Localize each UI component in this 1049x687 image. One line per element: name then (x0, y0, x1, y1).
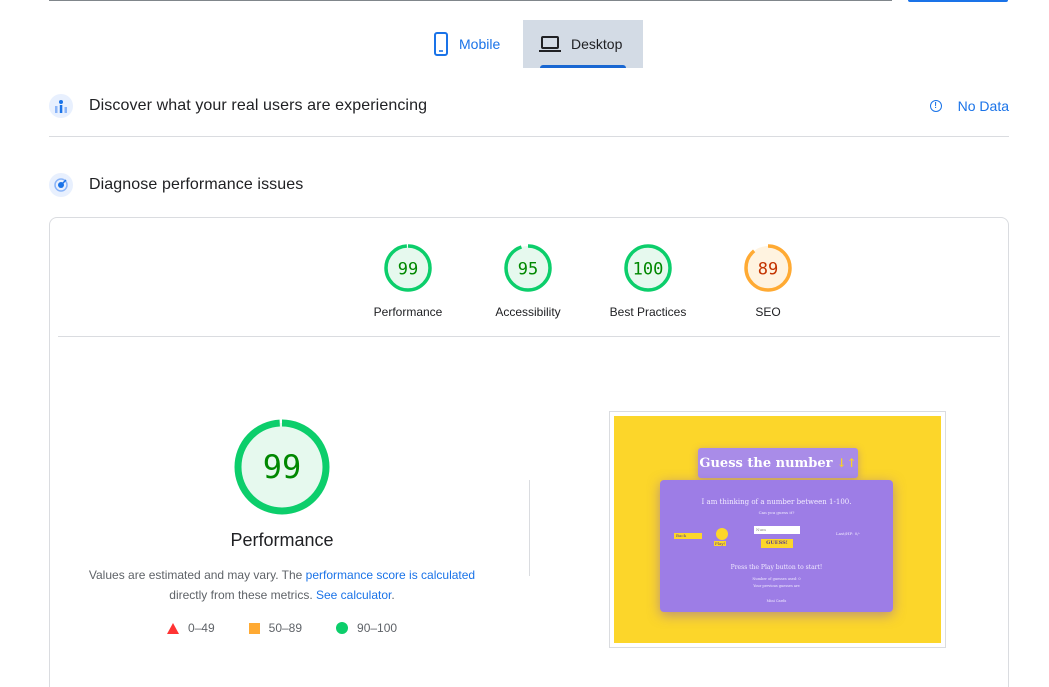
screenshot-footer: Mini Cards (766, 599, 787, 603)
smartphone-icon (434, 32, 448, 56)
field-data-title: Discover what your real users are experi… (89, 97, 428, 114)
note-text: Values are estimated and may vary. The (88, 568, 306, 582)
screenshot-text: Your previous guesses are (753, 584, 800, 588)
tab-desktop-label: Desktop (571, 36, 623, 52)
screenshot-title: Guess the number ↓↑ (698, 448, 858, 478)
info-icon: ! (929, 100, 942, 112)
arrows-icon: ↓↑ (836, 456, 857, 470)
lab-data-title: Diagnose performance issues (89, 176, 304, 193)
gauge-ring: 95 (504, 244, 552, 292)
screenshot-text: I am thinking of a number between 1-100. (701, 498, 852, 506)
tab-desktop[interactable]: Desktop (523, 20, 643, 68)
screenshot-play: Play! (714, 541, 727, 546)
screenshot-text: Can you guess it? (758, 510, 795, 515)
gauge-label: Best Practices (609, 305, 687, 319)
analyze-button-edge[interactable] (908, 0, 1008, 2)
svg-text:99: 99 (263, 448, 302, 486)
triangle-icon (166, 622, 179, 634)
screenshot-panel: I am thinking of a number between 1-100.… (660, 480, 893, 612)
no-data-indicator[interactable]: ! No Data (929, 98, 1009, 114)
legend-fail: 0–49 (166, 621, 215, 635)
legend-average: 50–89 (248, 621, 303, 635)
field-data-section: Discover what your real users are experi… (49, 92, 1009, 120)
gauge-label: Accessibility (495, 305, 561, 319)
svg-text:95: 95 (518, 260, 538, 280)
performance-summary: 99 Performance Values are estimated and … (82, 418, 482, 635)
performance-big-gauge: 99 (234, 419, 330, 515)
device-tabs: Mobile Desktop (417, 20, 643, 68)
tab-selected-indicator (540, 65, 626, 68)
gauge-label: Performance (373, 305, 443, 319)
see-calculator-link[interactable]: See calculator (316, 588, 391, 602)
lab-data-section: Diagnose performance issues (49, 171, 1009, 199)
diagnose-icon (49, 173, 73, 197)
play-icon (716, 528, 728, 540)
gauge-ring: 99 (384, 244, 432, 292)
legend-pass: 90–100 (336, 621, 397, 635)
users-chart-icon (49, 94, 73, 118)
no-data-label: No Data (957, 98, 1009, 114)
svg-text:99: 99 (398, 260, 418, 280)
laptop-icon (539, 36, 561, 52)
screenshot-text: Number of guesses used: 0 (752, 577, 801, 581)
score-legend: 0–49 50–89 90–100 (150, 621, 414, 635)
section-divider (49, 136, 1009, 137)
gauge-seo[interactable]: 89 SEO (708, 243, 828, 319)
url-input-underline (49, 0, 892, 1)
screenshot-text: Press the Play button to start! (730, 564, 823, 571)
note-text: . (391, 588, 395, 602)
performance-title: Performance (230, 530, 334, 550)
svg-text:100: 100 (633, 260, 664, 280)
tab-mobile[interactable]: Mobile (417, 20, 523, 68)
score-gauges: 99 Performance 95 Accessibility 100 Best… (348, 243, 828, 319)
screenshot-title-text: Guess the number (699, 455, 833, 471)
tab-mobile-label: Mobile (459, 36, 501, 52)
legend-range: 50–89 (268, 621, 303, 635)
gauge-label: SEO (755, 305, 781, 319)
screenshot-score: Last/HP: 0/- (836, 531, 860, 536)
gauge-accessibility[interactable]: 95 Accessibility (468, 243, 588, 319)
gauge-ring: 89 (744, 244, 792, 292)
circle-icon (336, 622, 349, 634)
vertical-divider (529, 480, 530, 576)
score-calculation-link[interactable]: performance score is calculated (306, 568, 475, 582)
performance-note: Values are estimated and may vary. The p… (82, 565, 482, 605)
gauge-performance[interactable]: 99 Performance (348, 243, 468, 319)
screenshot-input: Num (754, 526, 800, 534)
legend-range: 0–49 (187, 621, 215, 635)
gauge-ring: 100 (624, 244, 672, 292)
note-text: directly from these metrics. (169, 588, 316, 602)
screenshot-image: Guess the number ↓↑ I am thinking of a nu… (614, 416, 941, 643)
screenshot-guess: GUESS! (761, 539, 793, 548)
square-icon (248, 622, 260, 634)
gauge-best-practices[interactable]: 100 Best Practices (588, 243, 708, 319)
legend-range: 90–100 (357, 621, 398, 635)
card-divider (58, 336, 1000, 337)
page-screenshot: Guess the number ↓↑ I am thinking of a nu… (609, 411, 946, 648)
report-card: 99 Performance 95 Accessibility 100 Best… (49, 217, 1009, 687)
svg-text:89: 89 (758, 260, 778, 280)
screenshot-back: Back (674, 533, 702, 539)
